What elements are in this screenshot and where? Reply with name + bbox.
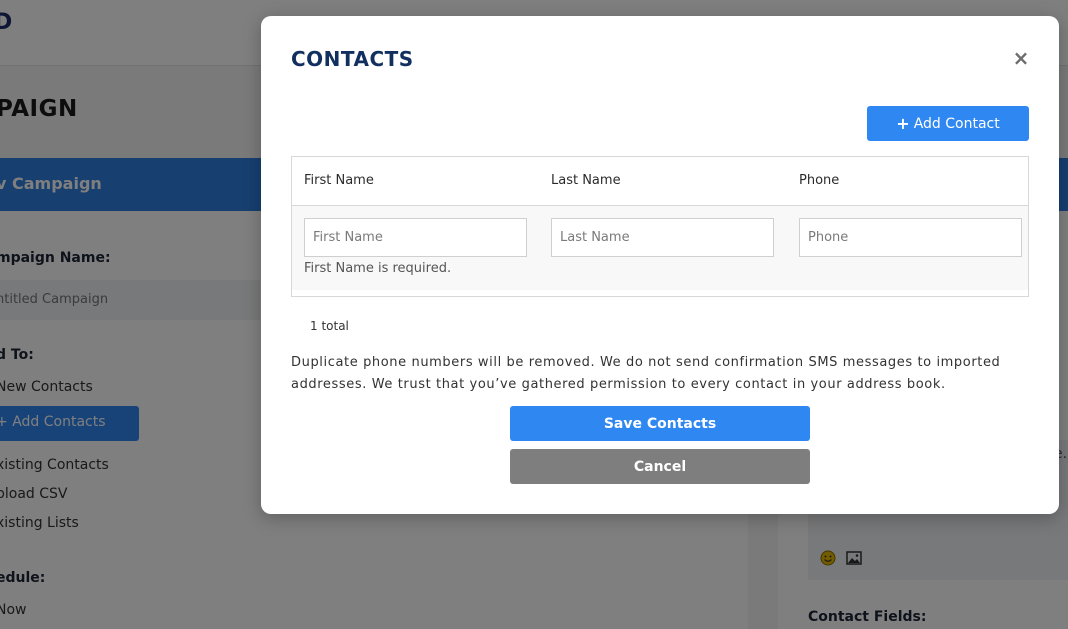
add-contact-label: Add Contact bbox=[913, 115, 1000, 132]
contacts-modal: CONTACTS × + Add Contact First Name Last… bbox=[261, 16, 1059, 514]
close-icon[interactable]: × bbox=[1011, 48, 1031, 68]
add-contact-button[interactable]: + Add Contact bbox=[867, 106, 1029, 141]
contacts-table: First Name Last Name Phone First Name is… bbox=[291, 156, 1029, 297]
last-name-input[interactable] bbox=[551, 218, 774, 257]
column-header-last-name: Last Name bbox=[551, 173, 621, 188]
plus-icon: + bbox=[896, 113, 910, 133]
column-header-phone: Phone bbox=[799, 173, 840, 188]
save-contacts-button[interactable]: Save Contacts bbox=[510, 406, 810, 441]
table-header: First Name Last Name Phone bbox=[292, 157, 1028, 206]
modal-title: CONTACTS bbox=[291, 47, 414, 71]
column-header-first-name: First Name bbox=[304, 173, 374, 188]
table-row: First Name is required. bbox=[292, 206, 1028, 290]
cancel-button[interactable]: Cancel bbox=[510, 449, 810, 484]
phone-input[interactable] bbox=[799, 218, 1022, 257]
first-name-input[interactable] bbox=[304, 218, 527, 257]
total-count: 1 total bbox=[310, 319, 349, 333]
first-name-error: First Name is required. bbox=[304, 261, 452, 276]
import-notice: Duplicate phone numbers will be removed.… bbox=[291, 355, 1001, 392]
